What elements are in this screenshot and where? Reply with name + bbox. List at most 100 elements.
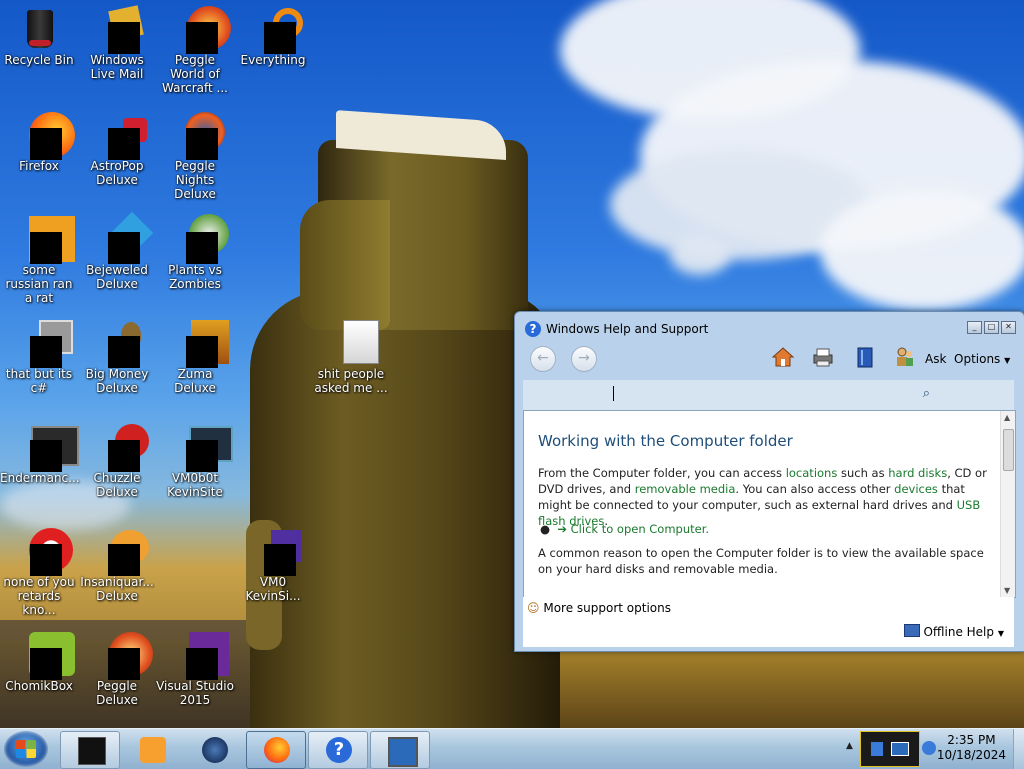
desktop-icon-label: none of you retards kno... (3, 575, 75, 617)
minimize-button[interactable]: _ (967, 321, 982, 334)
taskbar-button-app1[interactable] (60, 731, 120, 769)
ask-button[interactable] (893, 346, 917, 368)
desktop-icon-vm0b0t-kevinsite[interactable]: VM0b0t KevinSite (156, 422, 234, 499)
chevron-down-icon: ▼ (1004, 356, 1011, 365)
desktop-icon-recycle-bin[interactable]: Recycle Bin (0, 4, 78, 67)
people-icon (897, 347, 913, 366)
clock[interactable]: 2:35 PM 10/18/2024 (937, 733, 1006, 763)
devices-link[interactable]: devices (894, 482, 938, 496)
ask-label[interactable]: Ask (925, 352, 946, 366)
desktop-icon-chuzzle[interactable]: Chuzzle Deluxe (78, 422, 156, 499)
desktop-icon-label: Plants vs Zombies (168, 263, 222, 291)
maximize-button[interactable]: □ (984, 321, 999, 334)
search-bar[interactable]: ⌕ (523, 380, 1014, 410)
desktop-icon-vm0-kevinsi[interactable]: VM0 KevinSi... (234, 526, 312, 603)
desktop-icon-insaniquarium[interactable]: Insaniquar... Deluxe (78, 526, 156, 603)
text: such as (837, 466, 889, 480)
desktop-icon-peggle-nights[interactable]: Peggle Nights Deluxe (156, 110, 234, 201)
more-support-options[interactable]: ☺ More support options (527, 601, 671, 615)
monitor-icon (388, 737, 418, 767)
desktop-icon-everything[interactable]: Everything (234, 4, 312, 67)
desktop-icon-astropop[interactable]: AstroPop Deluxe (78, 110, 156, 187)
taskbar-button-firefox[interactable] (246, 731, 306, 769)
desktop-icon-russian-rat[interactable]: some russian ran a rat (0, 214, 78, 305)
desktop-icon-big-money[interactable]: Big Money Deluxe (78, 318, 156, 395)
green-arrow-icon: ➔ (557, 522, 567, 536)
desktop-icon-label: VM0b0t KevinSite (167, 471, 223, 499)
visual-studio-icon (171, 630, 229, 680)
removable-media-link[interactable]: removable media (635, 482, 736, 496)
article-paragraph-2: A common reason to open the Computer fol… (538, 546, 984, 576)
search-icon[interactable]: ⌕ (923, 386, 930, 401)
scrollbar[interactable]: ▲ ▼ (1000, 411, 1015, 597)
monitor-icon (891, 742, 909, 756)
peggle-icon (171, 4, 231, 54)
back-button[interactable]: ← (530, 346, 556, 372)
scrollbar-thumb[interactable] (1003, 429, 1014, 471)
toolbar: ← → Ask Options ▼ (523, 343, 1016, 379)
more-support-label: More support options (543, 601, 671, 615)
help-footer: ☺ More support options Offline Help ▼ (523, 597, 1014, 647)
desktop-icon-that-but-c-sharp[interactable]: that but its c# (0, 318, 78, 395)
app-icon (15, 630, 75, 680)
desktop-icon-label: Everything (240, 53, 306, 67)
desktop-icon-endermanc[interactable]: Endermanc... (0, 422, 80, 485)
network-icon (871, 742, 883, 756)
app-icon (78, 737, 106, 765)
text: From the Computer folder, you can access (538, 466, 786, 480)
taskbar-button-media-player[interactable] (122, 731, 182, 769)
article-paragraph: From the Computer folder, you can access… (538, 465, 988, 529)
help-window[interactable]: ? Windows Help and Support _ □ ✕ ← → Ask… (514, 311, 1024, 652)
desktop-icon-label: Windows Live Mail (90, 53, 144, 81)
close-button[interactable]: ✕ (1001, 321, 1016, 334)
bullet-icon: ● (540, 522, 551, 536)
browse-help-button[interactable] (853, 346, 877, 368)
desktop-icon-label: Firefox (19, 159, 59, 173)
forward-button[interactable]: → (571, 346, 597, 372)
print-button[interactable] (811, 346, 835, 368)
taskbar-button-network[interactable] (184, 731, 244, 769)
help-content: Working with the Computer folder From th… (523, 410, 1016, 598)
desktop-icon-label: ChomikBox (5, 679, 73, 693)
shortcut-icon (171, 422, 233, 472)
open-computer-item: ● ➔ Click to open Computer. (540, 521, 990, 537)
desktop-icon-visual-studio[interactable]: Visual Studio 2015 (156, 630, 234, 707)
desktop-icon-chomikbox[interactable]: ChomikBox (0, 630, 78, 693)
scroll-down-icon[interactable]: ▼ (1004, 586, 1010, 595)
open-computer-link[interactable]: Click to open Computer. (571, 522, 709, 536)
home-button[interactable] (771, 346, 795, 368)
offline-help-menu[interactable]: Offline Help ▼ (903, 624, 1004, 639)
desktop-icon-text-file[interactable]: shit people asked me ... (312, 318, 390, 395)
desktop-icon-zuma[interactable]: Zuma Deluxe (156, 318, 234, 395)
desktop-icon-label: Visual Studio 2015 (156, 679, 234, 707)
desktop-icon-plants-vs-zombies[interactable]: Plants vs Zombies (156, 214, 234, 291)
taskbar-button-help[interactable]: ? (308, 731, 368, 769)
tray-highlight[interactable] (860, 731, 920, 767)
mail-icon (93, 4, 144, 54)
desktop-icon-label: shit people asked me ... (314, 367, 388, 395)
offline-help-label: Offline Help (923, 625, 995, 639)
start-button[interactable] (4, 731, 48, 767)
desktop-icon-label: Insaniquar... Deluxe (80, 575, 154, 603)
desktop-icon-bejeweled[interactable]: Bejeweled Deluxe (78, 211, 156, 291)
windows-logo-icon (16, 740, 36, 758)
hard-disks-link[interactable]: hard disks (888, 466, 947, 480)
taskbar-button-desktop-app[interactable] (370, 731, 430, 769)
locations-link[interactable]: locations (786, 466, 838, 480)
help-icon: ? (326, 737, 352, 763)
search-input[interactable] (613, 386, 614, 401)
options-menu[interactable]: Options ▼ (954, 352, 1010, 366)
app-icon (15, 526, 73, 576)
volume-icon[interactable] (922, 741, 936, 755)
desktop-icon-label: Chuzzle Deluxe (93, 471, 141, 499)
desktop-icon-peggle-deluxe[interactable]: Peggle Deluxe (78, 630, 156, 707)
desktop-icon-none-of-you[interactable]: none of you retards kno... (0, 526, 78, 617)
desktop-icon-peggle-wow[interactable]: Peggle World of Warcraft ... (156, 4, 234, 95)
desktop-icon-firefox[interactable]: Firefox (0, 110, 78, 173)
show-desktop-button[interactable] (1013, 729, 1024, 769)
title-bar[interactable]: ? Windows Help and Support _ □ ✕ (515, 312, 1024, 344)
desktop-icon-windows-live-mail[interactable]: Windows Live Mail (78, 4, 156, 81)
printer-icon (813, 348, 833, 367)
scroll-up-icon[interactable]: ▲ (1004, 413, 1010, 422)
show-hidden-icons[interactable]: ▲ (846, 741, 853, 751)
